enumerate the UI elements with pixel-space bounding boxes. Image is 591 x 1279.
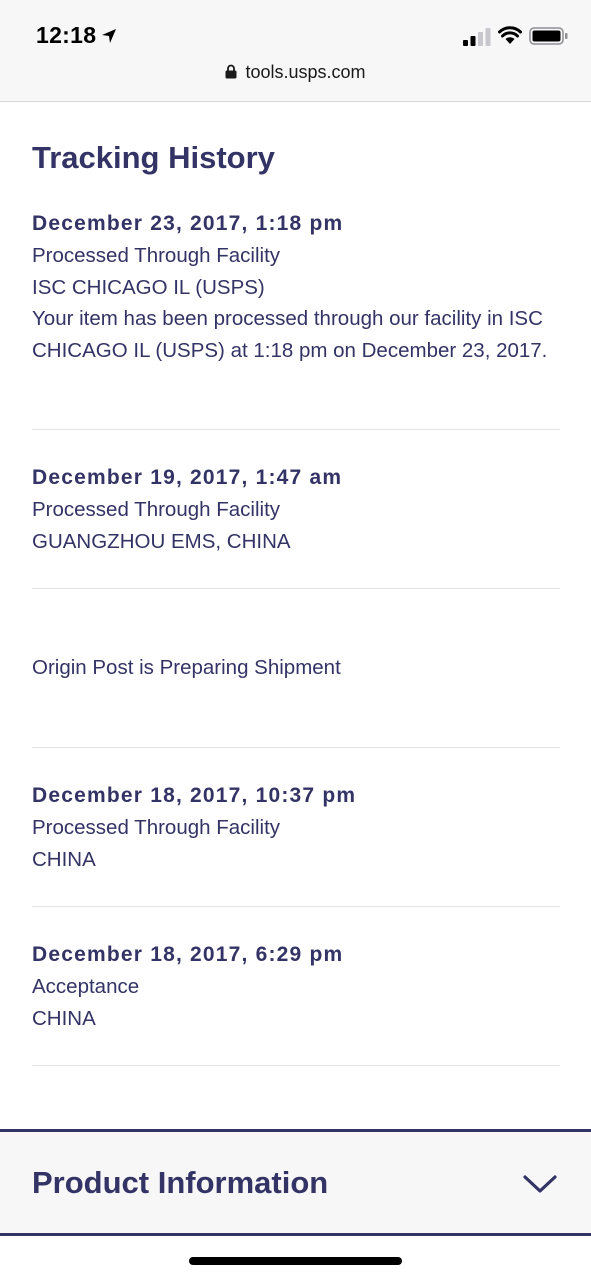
lock-icon xyxy=(225,64,237,79)
cellular-signal-icon xyxy=(463,28,491,46)
tracking-event: December 19, 2017, 1:47 am Processed Thr… xyxy=(32,462,560,589)
status-time: 12:18 xyxy=(36,22,97,48)
location-arrow-icon xyxy=(102,29,116,43)
event-status: Processed Through Facility xyxy=(32,498,281,521)
event-date: December 19, 2017, 1:47 am xyxy=(32,466,343,489)
event-detail: Your item has been processed through our… xyxy=(32,307,548,362)
url-text: tools.usps.com xyxy=(245,62,366,82)
tracking-event: December 23, 2017, 1:18 pm Processed Thr… xyxy=(32,208,560,430)
chevron-down-icon[interactable] xyxy=(522,1172,558,1196)
home-indicator[interactable] xyxy=(189,1257,402,1265)
event-status: Processed Through Facility xyxy=(32,816,281,839)
product-information-accordion[interactable]: Product Information xyxy=(0,1129,591,1236)
page-title: Tracking History xyxy=(32,140,275,175)
event-location: CHINA xyxy=(32,847,96,871)
browser-chrome: 12:18 tools.usps.com xyxy=(0,0,591,102)
event-status: Origin Post is Preparing Shipment xyxy=(32,656,341,679)
tracking-event: December 18, 2017, 6:29 pm Acceptance CH… xyxy=(32,939,560,1066)
tracking-event: December 18, 2017, 10:37 pm Processed Th… xyxy=(32,780,560,907)
tracking-event: Origin Post is Preparing Shipment xyxy=(32,652,560,748)
event-location: CHINA xyxy=(32,1006,96,1030)
wifi-icon xyxy=(498,26,522,44)
event-date: December 18, 2017, 6:29 pm xyxy=(32,943,344,966)
product-information-title: Product Information xyxy=(32,1165,329,1200)
event-status: Acceptance xyxy=(32,975,140,998)
battery-icon xyxy=(529,27,568,45)
event-location: ISC CHICAGO IL (USPS) xyxy=(32,275,265,299)
event-date: December 23, 2017, 1:18 pm xyxy=(32,212,344,235)
event-location: GUANGZHOU EMS, CHINA xyxy=(32,529,291,553)
event-status: Processed Through Facility xyxy=(32,244,281,267)
address-bar[interactable]: tools.usps.com xyxy=(0,62,591,86)
event-date: December 18, 2017, 10:37 pm xyxy=(32,784,357,807)
